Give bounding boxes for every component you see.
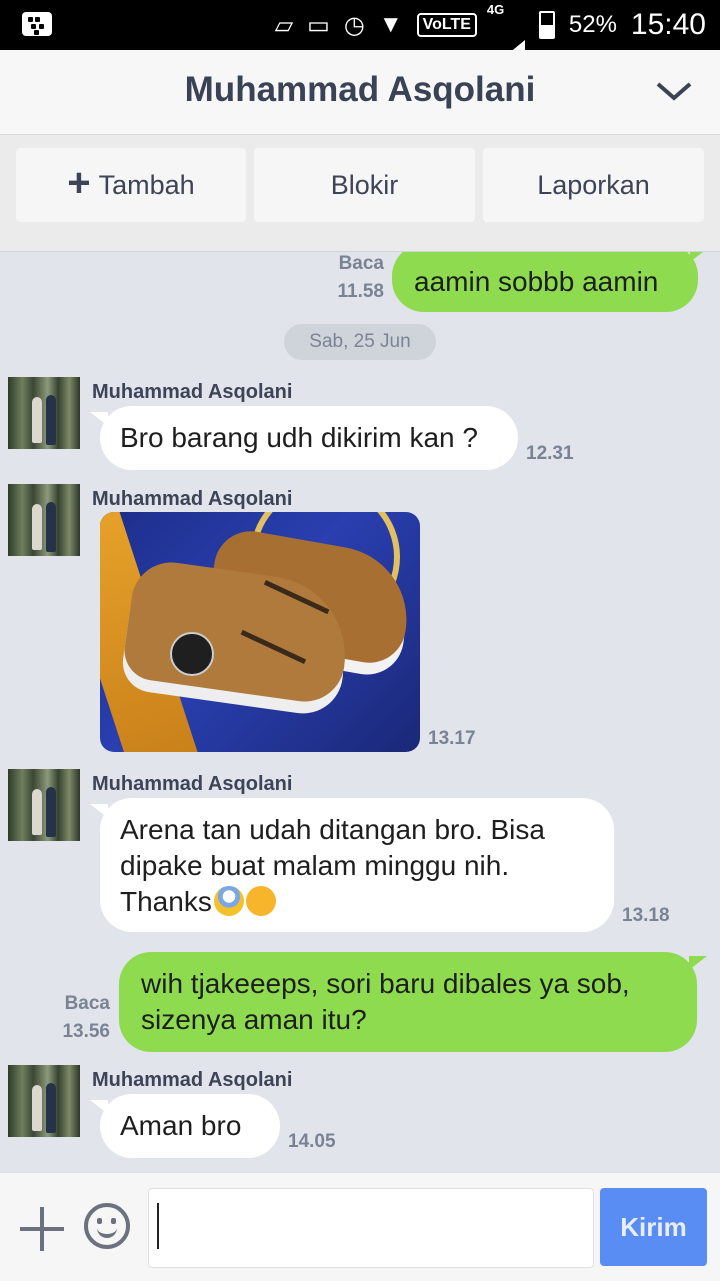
message-text-line: wih tjakeeeps, sori baru dibales ya sob, [141,968,630,999]
bbm-icon [22,12,52,36]
message-time: 13.18 [622,905,670,926]
message-text: Aman bro [120,1110,242,1141]
sender-name: Muhammad Asqolani [92,381,293,403]
message-meta: Baca 13.56 [30,990,110,1046]
incoming-message[interactable]: Arena tan udah ditangan bro. Bisa dipake… [90,798,614,932]
plus-icon[interactable] [20,1207,64,1251]
contact-name[interactable]: Muhammad Asqolani [0,70,720,110]
signal-icon: 4G [487,2,525,68]
chevron-down-icon[interactable] [654,72,694,112]
battery-icon [538,11,555,39]
report-label: Laporkan [537,169,650,200]
incoming-message[interactable]: Aman bro [90,1094,280,1158]
send-button[interactable]: Kirim [600,1188,707,1266]
add-friend-label: Tambah [98,169,195,200]
message-composer: Kirim [0,1172,720,1281]
message-meta: Baca 11.58 [300,252,385,306]
read-status: Baca [64,993,110,1014]
plus-icon: + [67,161,91,205]
status-bar: ▱ ▭ ◷ ▼ VoLTE 4G 52% 15:40 [0,0,720,68]
block-button[interactable]: Blokir [254,148,475,222]
avatar[interactable] [8,377,80,449]
avatar[interactable] [8,1065,80,1137]
chat-header: Muhammad Asqolani [0,50,720,135]
message-time: 13.56 [62,1021,110,1042]
shocked-emoji-icon [213,886,244,916]
incoming-message[interactable]: Bro barang udh dikirim kan ? [90,406,518,470]
message-text-line: Arena tan udah ditangan bro. Bisa [120,814,545,845]
message-time: 12.31 [526,443,574,464]
message-time: 14.05 [288,1131,336,1152]
message-time: 11.58 [337,281,385,302]
cast-icon: ▱ [274,11,294,39]
sender-name: Muhammad Asqolani [92,488,293,510]
block-label: Blokir [330,169,399,200]
laughing-emoji-icon [245,886,276,916]
message-text-line: sizenya aman itu? [141,1004,367,1035]
photo-message[interactable] [100,512,420,752]
avatar[interactable] [8,484,80,556]
message-input[interactable] [148,1188,594,1268]
read-status: Baca [338,253,384,274]
alarm-icon: ◷ [343,11,365,39]
message-text-line: dipake buat malam minggu nih. [120,850,510,881]
outgoing-message[interactable]: wih tjakeeeps, sori baru dibales ya sob,… [119,952,707,1052]
status-icons: ▱ ▭ ◷ ▼ VoLTE 4G 52% 15:40 [274,0,706,68]
outgoing-message[interactable]: aamin sobbb aamin [392,252,708,312]
add-friend-button[interactable]: + Tambah [16,148,246,222]
chat-area[interactable]: Baca 11.58 aamin sobbb aamin Sab, 25 Jun… [0,252,720,1172]
vibrate-icon: ▭ [307,11,330,39]
battery-percent: 52% [568,11,617,38]
report-button[interactable]: Laporkan [483,148,704,222]
message-time: 13.17 [428,728,476,749]
wifi-icon: ▼ [378,11,403,38]
message-text-line: Thanks [120,886,212,917]
sender-name: Muhammad Asqolani [92,773,293,795]
emoji-icon[interactable] [84,1203,130,1249]
volte-icon: VoLTE [416,13,477,37]
message-text: Bro barang udh dikirim kan ? [120,422,478,453]
contact-actions: + Tambah Blokir Laporkan [0,135,720,252]
date-separator: Sab, 25 Jun [284,324,436,360]
message-text: aamin sobbb aamin [414,266,659,297]
avatar[interactable] [8,769,80,841]
clock: 15:40 [630,8,706,41]
sender-name: Muhammad Asqolani [92,1069,293,1091]
text-cursor [157,1203,159,1249]
